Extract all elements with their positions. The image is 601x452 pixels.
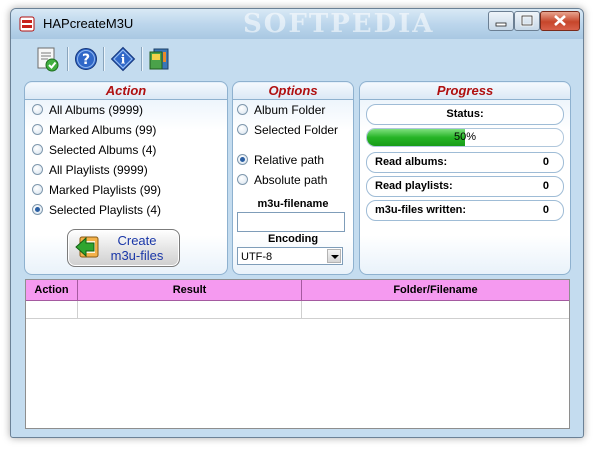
- create-button-label: Create m3u-files: [102, 233, 172, 263]
- m3u-written-value: 0: [542, 204, 549, 216]
- selected-folder-option[interactable]: Selected Folder: [237, 123, 338, 141]
- read-playlists-label: Read playlists:: [375, 180, 453, 192]
- toolbar-separator: [141, 47, 142, 71]
- image-icon: [149, 48, 169, 70]
- create-label-line1: Create: [117, 233, 157, 248]
- toolbar: ? i: [18, 41, 576, 75]
- info-button[interactable]: i: [110, 46, 136, 72]
- action-option-label: Marked Albums (99): [49, 123, 157, 137]
- action-option-label: Selected Albums (4): [49, 143, 157, 157]
- grid-header-row: Action Result Folder/Filename: [26, 280, 569, 301]
- read-albums-label: Read albums:: [375, 156, 448, 168]
- minimize-icon: [495, 22, 507, 27]
- help-button[interactable]: ?: [73, 46, 99, 72]
- progress-panel-title: Progress: [360, 83, 570, 100]
- app-icon: [19, 16, 35, 32]
- maximize-button[interactable]: [514, 11, 540, 31]
- action-option[interactable]: All Albums (9999): [32, 103, 143, 121]
- watermark-text: SOFTPEDIA: [243, 9, 435, 39]
- m3u-written-label: m3u-files written:: [375, 204, 467, 216]
- options-panel: Options Album Folder Selected Folder Rel…: [232, 81, 354, 275]
- radio-button[interactable]: [237, 124, 248, 136]
- app-window: HAPcreateM3U SOFTPEDIA ? i Action All Al…: [10, 8, 584, 438]
- action-option-label: All Albums (9999): [49, 103, 144, 117]
- encoding-select[interactable]: UTF-8: [237, 247, 343, 265]
- action-option[interactable]: Marked Albums (99): [32, 123, 156, 141]
- column-header-action[interactable]: Action: [26, 280, 78, 300]
- close-button[interactable]: [540, 11, 580, 31]
- create-label-line2: m3u-files: [110, 248, 164, 263]
- progress-bar: 50%: [366, 128, 564, 147]
- radio-button[interactable]: [32, 124, 43, 136]
- radio-button[interactable]: [237, 174, 248, 186]
- document-check-button[interactable]: [34, 46, 60, 72]
- minimize-button[interactable]: [488, 11, 514, 31]
- action-option-label: Selected Playlists (4): [49, 203, 162, 217]
- encoding-value: UTF-8: [241, 251, 273, 263]
- album-folder-label: Album Folder: [254, 103, 326, 117]
- create-arrow-icon: [75, 236, 99, 258]
- read-albums-value: 0: [542, 156, 549, 168]
- m3u-filename-label: m3u-filename: [257, 198, 329, 210]
- absolute-path-option[interactable]: Absolute path: [237, 173, 327, 191]
- action-option[interactable]: Selected Albums (4): [32, 143, 156, 161]
- results-grid[interactable]: Action Result Folder/Filename: [25, 279, 570, 429]
- action-option[interactable]: All Playlists (9999): [32, 163, 148, 181]
- title-bar[interactable]: HAPcreateM3U SOFTPEDIA: [11, 9, 583, 39]
- toolbar-separator: [103, 47, 104, 71]
- close-icon: [554, 15, 566, 26]
- absolute-path-label: Absolute path: [254, 173, 328, 187]
- image-button[interactable]: [147, 46, 173, 72]
- action-panel-title: Action: [25, 83, 227, 100]
- progress-panel: Progress Status: 50% Read albums: 0 Read…: [359, 81, 571, 275]
- client-area: ? i Action All Albums (9999) Marked Albu…: [18, 39, 576, 431]
- info-icon: i: [110, 46, 136, 72]
- window-title: HAPcreateM3U: [43, 16, 134, 31]
- radio-button[interactable]: [32, 204, 43, 216]
- chevron-down-icon[interactable]: [327, 249, 341, 263]
- relative-path-label: Relative path: [254, 153, 325, 167]
- radio-button[interactable]: [237, 154, 248, 166]
- m3u-filename-input[interactable]: [237, 212, 345, 232]
- encoding-label: Encoding: [267, 233, 319, 245]
- toolbar-separator: [67, 47, 68, 71]
- action-option[interactable]: Marked Playlists (99): [32, 183, 161, 201]
- progress-percent: 50%: [453, 131, 477, 143]
- options-panel-title: Options: [233, 83, 353, 100]
- action-option-label: Marked Playlists (99): [49, 183, 162, 197]
- document-check-icon: [37, 47, 59, 72]
- radio-button[interactable]: [32, 104, 43, 116]
- svg-text:?: ?: [82, 52, 90, 68]
- radio-button[interactable]: [32, 164, 43, 176]
- album-folder-option[interactable]: Album Folder: [237, 103, 325, 121]
- column-header-result[interactable]: Result: [78, 280, 302, 300]
- radio-button[interactable]: [32, 144, 43, 156]
- written-pill: m3u-files written: 0: [366, 200, 564, 221]
- svg-text:i: i: [121, 53, 126, 67]
- action-panel: Action All Albums (9999) Marked Albums (9…: [24, 81, 228, 275]
- status-pill: Status:: [366, 104, 564, 125]
- read-playlists-value: 0: [542, 180, 549, 192]
- table-cell: [26, 301, 78, 318]
- action-option[interactable]: Selected Playlists (4): [32, 203, 161, 221]
- read-playlists-pill: Read playlists: 0: [366, 176, 564, 197]
- selected-folder-label: Selected Folder: [254, 123, 339, 137]
- column-header-folder-filename[interactable]: Folder/Filename: [302, 280, 569, 300]
- radio-button[interactable]: [32, 184, 43, 196]
- relative-path-option[interactable]: Relative path: [237, 153, 324, 171]
- read-albums-pill: Read albums: 0: [366, 152, 564, 173]
- table-row[interactable]: [26, 301, 569, 319]
- action-option-label: All Playlists (9999): [49, 163, 148, 177]
- table-cell: [302, 301, 569, 318]
- maximize-icon: [520, 14, 534, 27]
- create-m3u-button[interactable]: Create m3u-files: [67, 229, 180, 267]
- help-icon: ?: [75, 48, 97, 70]
- table-cell: [78, 301, 302, 318]
- status-label: Status:: [446, 108, 484, 120]
- radio-button[interactable]: [237, 104, 248, 116]
